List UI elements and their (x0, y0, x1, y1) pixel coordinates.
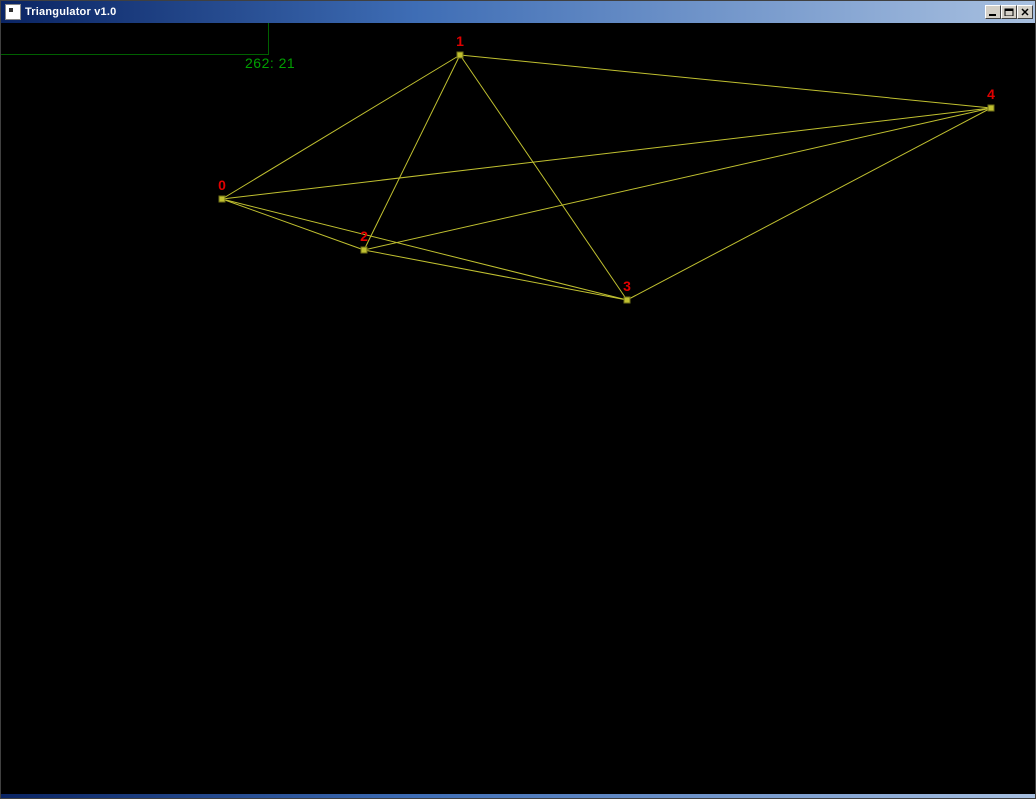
edge (222, 55, 460, 199)
vertex-label: 4 (987, 86, 995, 102)
edge (364, 250, 627, 300)
vertex-label: 2 (360, 228, 368, 244)
cursor-coordinates: 262: 21 (245, 55, 295, 71)
vertex-label: 1 (456, 33, 464, 49)
maximize-icon (1004, 8, 1014, 16)
edge (460, 55, 991, 108)
edge (627, 108, 991, 300)
vertex-point[interactable] (219, 196, 226, 203)
vertex-point[interactable] (624, 297, 631, 304)
edge (460, 55, 627, 300)
edge (222, 108, 991, 199)
close-icon (1020, 8, 1030, 16)
vertex-label: 0 (218, 177, 226, 193)
edges-layer (1, 23, 1035, 794)
vertex-point[interactable] (361, 247, 368, 254)
canvas-area[interactable]: 262: 21 0 1 2 3 4 (1, 23, 1035, 794)
edge (364, 108, 991, 250)
status-box (1, 23, 269, 55)
minimize-icon (988, 8, 998, 16)
app-window: Triangulator v1.0 262: 21 0 1 2 3 4 (0, 0, 1036, 799)
edge (222, 199, 627, 300)
close-button[interactable] (1017, 5, 1033, 19)
app-icon (5, 4, 21, 20)
vertex-point[interactable] (988, 105, 995, 112)
window-controls (985, 5, 1033, 19)
edge (222, 199, 364, 250)
window-title: Triangulator v1.0 (25, 6, 985, 18)
vertex-point[interactable] (457, 52, 464, 59)
minimize-button[interactable] (985, 5, 1001, 19)
titlebar[interactable]: Triangulator v1.0 (1, 1, 1035, 23)
edge (364, 55, 460, 250)
window-bottom-border (1, 794, 1035, 798)
maximize-button[interactable] (1001, 5, 1017, 19)
vertex-label: 3 (623, 278, 631, 294)
